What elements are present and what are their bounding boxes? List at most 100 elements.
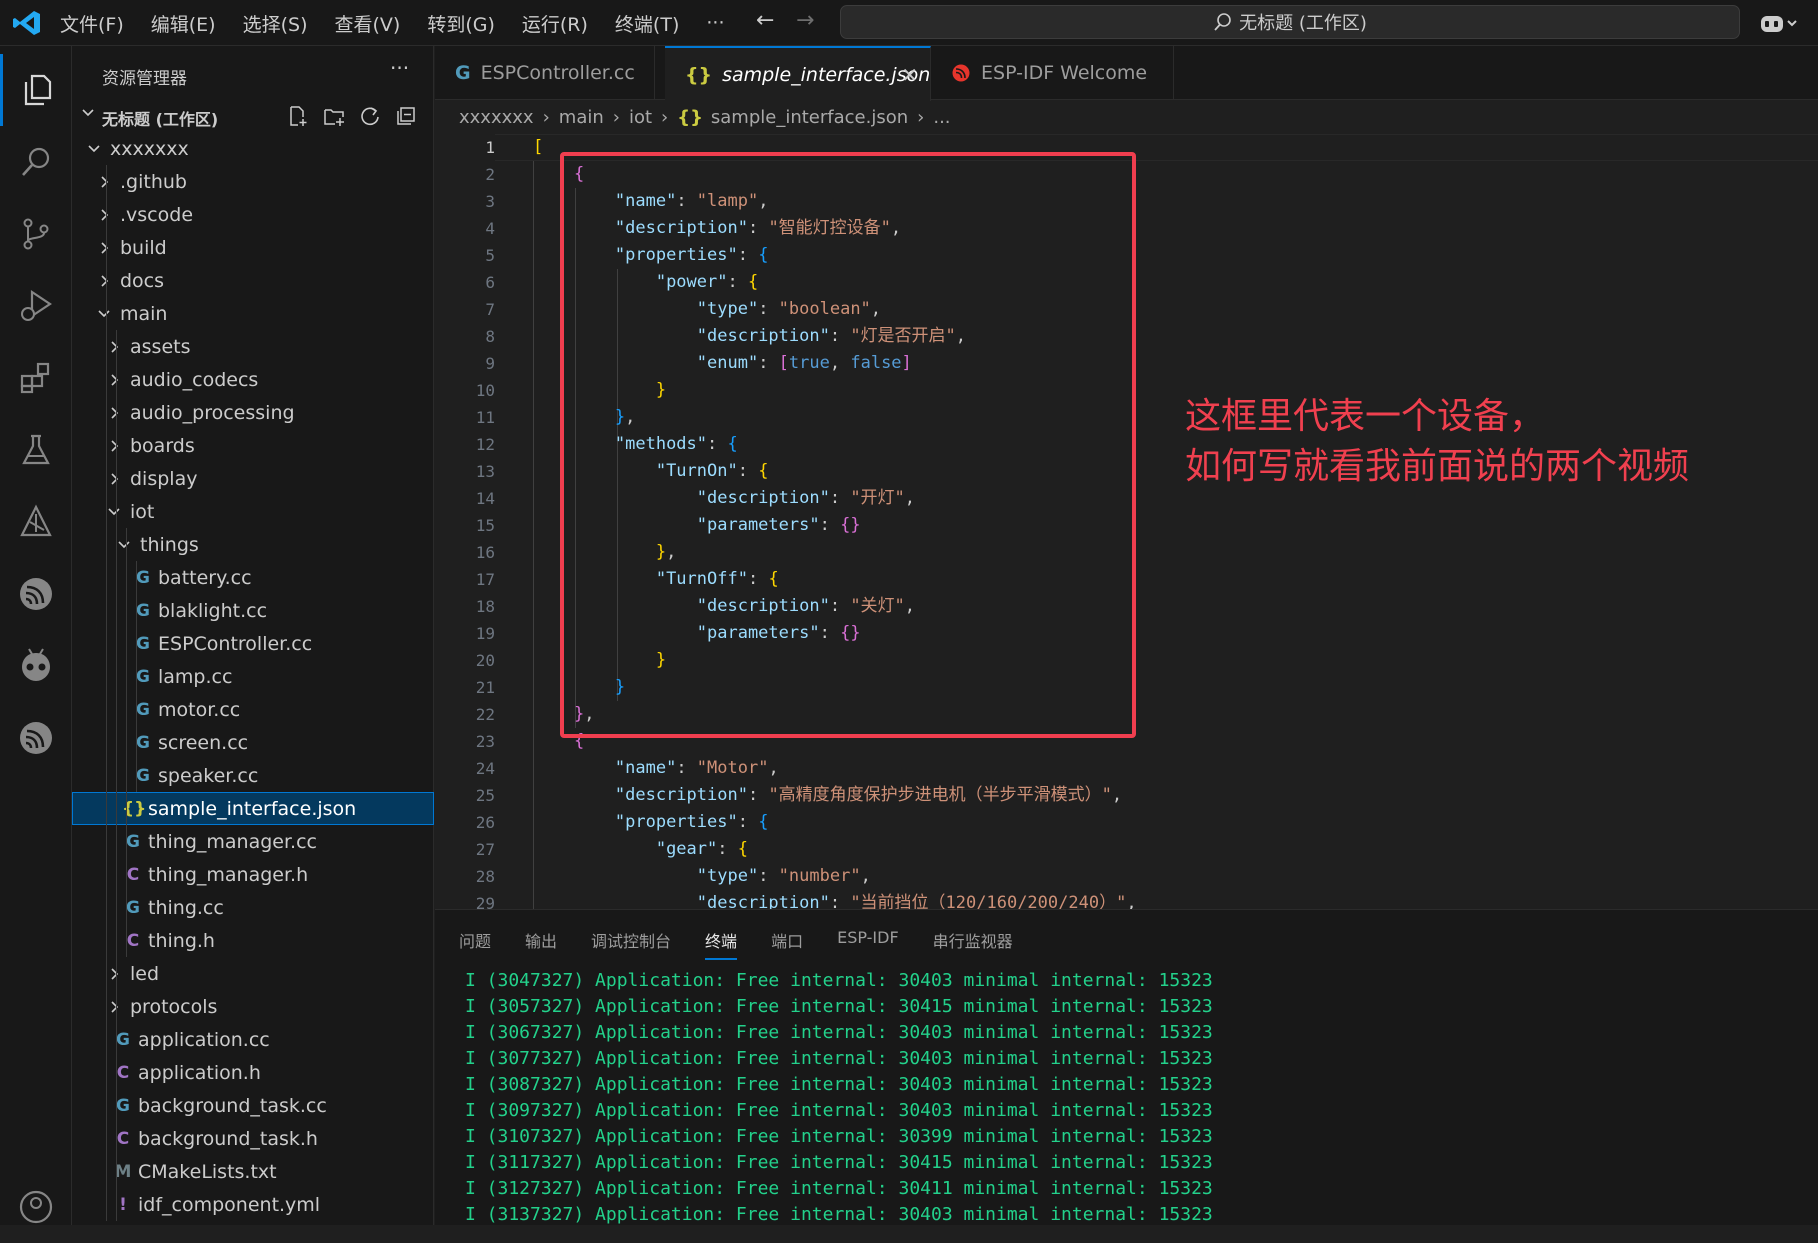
menu-go[interactable]: 转到(G) [427, 10, 495, 37]
forward-arrow-icon[interactable]: → [796, 8, 814, 33]
tab-sample-interface[interactable]: {} sample_interface.json ✕ [665, 46, 931, 101]
terminal-line: I (3047327) Application: Free internal: … [465, 970, 1213, 991]
menu-more[interactable]: ··· [706, 12, 724, 34]
code-token: "description" [696, 488, 830, 508]
code-token: : [747, 785, 769, 805]
tree-folder[interactable]: docs [72, 264, 434, 297]
terminal-output[interactable]: I (3047327) Application: Free internal: … [465, 968, 1213, 1228]
sidebar-more-button[interactable]: ··· [390, 56, 409, 80]
tree-file[interactable]: M CMakeLists.txt [72, 1155, 434, 1188]
tab-espcontroller[interactable]: G ESPController.cc [435, 46, 655, 100]
panel-tab-output[interactable]: 输出 [525, 928, 557, 960]
tree-file[interactable]: Gbackground_task.cc [72, 1089, 434, 1122]
tree-file[interactable]: {} sample_interface.json [72, 792, 434, 825]
menu-file[interactable]: 文件(F) [60, 10, 124, 37]
copilot-icon[interactable] [1758, 10, 1798, 36]
espressif-icon[interactable] [0, 558, 72, 630]
new-folder-icon[interactable] [316, 103, 352, 129]
indent-guide [126, 528, 127, 561]
tree-folder[interactable]: iot [72, 495, 434, 528]
code-token: , [860, 866, 871, 886]
breadcrumb-item[interactable]: ... [933, 107, 950, 128]
tree-folder[interactable]: audio_processing [72, 396, 434, 429]
command-center[interactable]: 无标题 (工作区) [840, 5, 1740, 39]
panel-tab-problems[interactable]: 问题 [459, 928, 491, 960]
code-editor[interactable]: 1 2 3 4 5 6 7 8 9 10 11 12 13 14 15 16 17 18 19 20 21 22 23 24 2… [435, 134, 1818, 909]
tree-folder[interactable]: display [72, 462, 434, 495]
tab-esp-idf-welcome[interactable]: ESP-IDF Welcome [931, 46, 1174, 100]
tree-file[interactable]: Cbackground_task.h [72, 1122, 434, 1155]
code-token: } [614, 407, 626, 427]
tree-folder[interactable]: protocols [72, 990, 434, 1023]
json-file-icon: {} [685, 63, 713, 86]
line-number: 21 [475, 678, 495, 697]
tree-file[interactable]: Capplication.h [72, 1056, 434, 1089]
breadcrumb-item[interactable]: xxxxxxx [459, 107, 534, 128]
tree-folder[interactable]: led [72, 957, 434, 990]
panel-tab-terminal[interactable]: 终端 [705, 928, 738, 960]
menu-bar: 文件(F) 编辑(E) 选择(S) 查看(V) 转到(G) 运行(R) 终端(T… [60, 0, 751, 46]
line-number: 23 [475, 732, 495, 751]
tree-file[interactable]: G ESPController.cc [72, 627, 434, 660]
platformio-icon[interactable] [0, 630, 72, 702]
close-icon[interactable]: ✕ [901, 63, 918, 87]
breadcrumb-item[interactable]: main [559, 107, 604, 128]
tree-file[interactable]: Cthing.h [72, 924, 434, 957]
tree-file[interactable]: Glamp.cc [72, 660, 434, 693]
tree-folder[interactable]: .vscode [72, 198, 434, 231]
line-number: 5 [485, 246, 495, 265]
command-center-label: 无标题 (工作区) [1239, 13, 1367, 34]
run-debug-icon[interactable] [0, 270, 72, 342]
menu-edit[interactable]: 编辑(E) [151, 10, 216, 37]
code-token: "description" [696, 326, 830, 346]
tree-file[interactable]: Gmotor.cc [72, 693, 434, 726]
extensions-icon[interactable] [0, 342, 72, 414]
indent-guide [116, 924, 117, 957]
refresh-icon[interactable] [352, 103, 388, 129]
tree-file[interactable]: ! idf_component.yml [72, 1188, 434, 1221]
menu-terminal[interactable]: 终端(T) [615, 10, 679, 37]
tree-file[interactable]: Gbattery.cc [72, 561, 434, 594]
tree-file[interactable]: Cthing_manager.h [72, 858, 434, 891]
indent-guide [116, 792, 117, 825]
new-file-icon[interactable] [280, 103, 316, 129]
panel-tab-debug-console[interactable]: 调试控制台 [591, 928, 671, 960]
tree-file[interactable]: Gspeaker.cc [72, 759, 434, 792]
search-view-icon[interactable] [0, 126, 72, 198]
tree-file[interactable]: Gapplication.cc [72, 1023, 434, 1056]
tree-folder[interactable]: audio_codecs [72, 363, 434, 396]
panel-tab-serial-monitor[interactable]: 串行监视器 [933, 928, 1013, 960]
tree-file[interactable]: Gblaklight.cc [72, 594, 434, 627]
esp-idf-icon[interactable] [0, 702, 72, 774]
source-control-icon[interactable] [0, 198, 72, 270]
tree-folder[interactable]: boards [72, 429, 434, 462]
tree-folder[interactable]: .github [72, 165, 434, 198]
code-token: : [727, 272, 748, 292]
pio-alien-icon[interactable] [0, 486, 72, 558]
panel-tab-esp-idf[interactable]: ESP-IDF [837, 928, 899, 960]
tree-file[interactable]: Gthing_manager.cc [72, 825, 434, 858]
tree-file[interactable]: Gthing.cc [72, 891, 434, 924]
collapse-all-icon[interactable] [388, 103, 424, 129]
tree-folder[interactable]: assets [72, 330, 434, 363]
tree-folder[interactable]: main [72, 297, 434, 330]
breadcrumb-item[interactable]: iot [629, 107, 652, 128]
accounts-icon[interactable] [0, 1171, 72, 1243]
tree-file[interactable]: Gscreen.cc [72, 726, 434, 759]
menu-selection[interactable]: 选择(S) [243, 10, 308, 37]
menu-run[interactable]: 运行(R) [522, 10, 588, 37]
breadcrumb-item[interactable]: sample_interface.json [711, 107, 908, 128]
back-arrow-icon[interactable]: ← [756, 8, 774, 33]
tree-folder[interactable]: xxxxxxx [72, 132, 434, 165]
testing-flask-icon[interactable] [0, 414, 72, 486]
tree-folder[interactable]: things [72, 528, 434, 561]
panel-tab-ports[interactable]: 端口 [771, 928, 803, 960]
workspace-header[interactable]: 无标题 (工作区) [72, 101, 434, 131]
tree-folder[interactable]: build [72, 231, 434, 264]
explorer-icon[interactable] [0, 54, 72, 126]
code-token: , [1111, 785, 1123, 805]
menu-view[interactable]: 查看(V) [335, 10, 401, 37]
